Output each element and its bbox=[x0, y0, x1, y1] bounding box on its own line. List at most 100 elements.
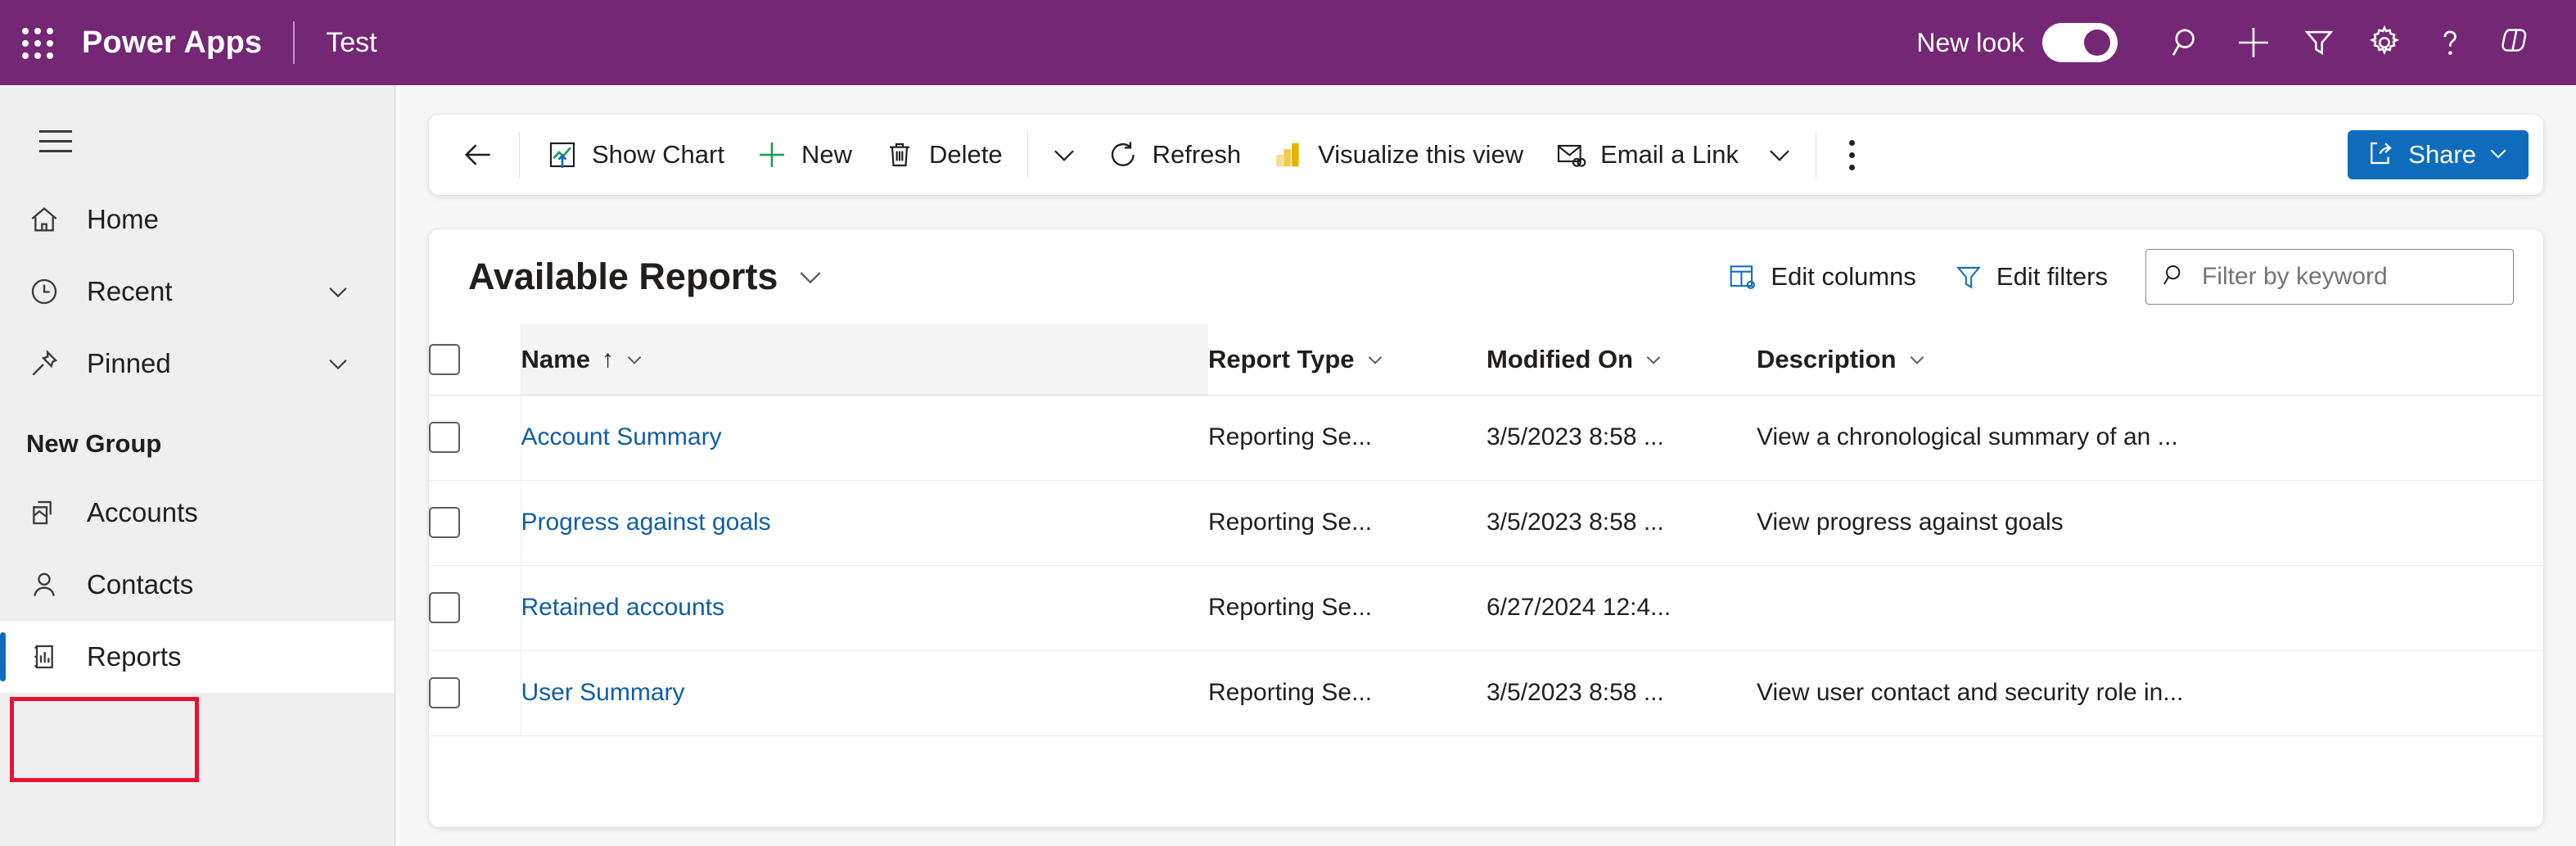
chevron-down-icon[interactable] bbox=[324, 350, 352, 378]
chevron-down-icon[interactable] bbox=[1906, 349, 1928, 370]
chevron-down-icon[interactable] bbox=[1643, 349, 1664, 370]
column-label: Name bbox=[521, 345, 590, 374]
chevron-down-icon[interactable] bbox=[794, 260, 827, 293]
email-a-link-button[interactable]: Email a Link bbox=[1538, 124, 1753, 186]
share-icon bbox=[2366, 138, 2397, 173]
cell-description: View user contact and security role in..… bbox=[1757, 650, 2543, 735]
sidebar-item-pinned[interactable]: Pinned bbox=[0, 328, 395, 400]
show-chart-button[interactable]: Show Chart bbox=[530, 124, 739, 186]
cell-name: Retained accounts bbox=[521, 565, 1208, 650]
row-checkbox[interactable] bbox=[429, 422, 460, 453]
app-launcher-icon[interactable] bbox=[15, 20, 59, 65]
cell-name: Account Summary bbox=[521, 395, 1208, 480]
row-checkbox[interactable] bbox=[429, 592, 460, 623]
more-vertical-icon[interactable] bbox=[1826, 124, 1879, 186]
share-label: Share bbox=[2408, 140, 2476, 170]
column-header-modified-on[interactable]: Modified On bbox=[1487, 324, 1757, 395]
cell-report-type: Reporting Se... bbox=[1208, 650, 1487, 735]
row-checkbox[interactable] bbox=[429, 507, 460, 538]
share-button[interactable]: Share bbox=[2348, 130, 2529, 179]
delete-button[interactable]: Delete bbox=[867, 124, 1017, 186]
table-row[interactable]: Retained accounts Reporting Se... 6/27/2… bbox=[429, 565, 2543, 650]
new-button[interactable]: New bbox=[739, 124, 867, 186]
top-brand-bar: Power Apps Test New look bbox=[0, 0, 2576, 85]
help-icon[interactable] bbox=[2417, 10, 2483, 75]
hamburger-icon[interactable] bbox=[18, 103, 93, 179]
sidebar-item-label: Pinned bbox=[87, 348, 171, 379]
sidebar-item-label: Accounts bbox=[87, 497, 198, 528]
sidebar-item-label: Reports bbox=[87, 641, 182, 672]
chevron-down-icon[interactable] bbox=[1365, 349, 1386, 370]
command-divider bbox=[519, 132, 520, 178]
view-selector-title[interactable]: Available Reports bbox=[468, 256, 778, 298]
filter-keyword-box[interactable] bbox=[2145, 249, 2514, 305]
cell-description: View progress against goals bbox=[1757, 480, 2543, 565]
table-row[interactable]: Account Summary Reporting Se... 3/5/2023… bbox=[429, 395, 2543, 480]
table-header: Name ↑ Report Type bbox=[429, 324, 2543, 395]
cell-modified-on: 3/5/2023 8:58 ... bbox=[1487, 480, 1757, 565]
new-look-toggle[interactable] bbox=[2042, 23, 2118, 62]
command-label: Email a Link bbox=[1600, 140, 1739, 170]
column-header-report-type[interactable]: Report Type bbox=[1208, 324, 1487, 395]
table-header-row: Name ↑ Report Type bbox=[429, 324, 2543, 395]
row-checkbox[interactable] bbox=[429, 677, 460, 708]
column-label: Description bbox=[1757, 345, 1897, 374]
report-link[interactable]: Progress against goals bbox=[521, 509, 771, 536]
edit-filters-button[interactable]: Edit filters bbox=[1938, 251, 2123, 303]
search-input[interactable] bbox=[2202, 263, 2498, 291]
trash-icon bbox=[882, 137, 918, 173]
app-name: Test bbox=[326, 27, 377, 59]
chevron-down-icon[interactable] bbox=[324, 278, 352, 305]
show-chart-icon bbox=[544, 137, 580, 173]
sidebar-item-recent[interactable]: Recent bbox=[0, 256, 395, 328]
cell-report-type: Reporting Se... bbox=[1208, 395, 1487, 480]
gear-icon[interactable] bbox=[2352, 10, 2417, 75]
search-icon[interactable] bbox=[2155, 10, 2221, 75]
reports-table: Name ↑ Report Type bbox=[429, 324, 2543, 736]
cell-description bbox=[1757, 565, 2543, 650]
chevron-down-icon[interactable] bbox=[624, 349, 645, 370]
row-select-cell bbox=[429, 480, 521, 565]
column-header-description[interactable]: Description bbox=[1757, 324, 2543, 395]
row-select-cell bbox=[429, 650, 521, 735]
command-label: Visualize this view bbox=[1318, 140, 1523, 170]
edit-columns-button[interactable]: Edit columns bbox=[1712, 251, 1930, 303]
visualize-this-view-button[interactable]: Visualize this view bbox=[1256, 124, 1538, 186]
select-all-header bbox=[429, 324, 521, 395]
command-divider bbox=[1027, 132, 1028, 178]
sidebar-item-reports[interactable]: Reports bbox=[0, 621, 395, 693]
table-row[interactable]: User Summary Reporting Se... 3/5/2023 8:… bbox=[429, 650, 2543, 735]
sidebar-item-home[interactable]: Home bbox=[0, 183, 395, 256]
cell-report-type: Reporting Se... bbox=[1208, 480, 1487, 565]
list-header-actions: Edit columns Edit filters bbox=[1705, 249, 2514, 305]
back-arrow-icon[interactable] bbox=[447, 124, 509, 186]
chevron-down-icon[interactable] bbox=[1038, 124, 1090, 186]
filter-icon[interactable] bbox=[2286, 10, 2352, 75]
email-link-icon bbox=[1553, 137, 1589, 173]
sidebar-item-accounts[interactable]: Accounts bbox=[0, 477, 395, 549]
chevron-down-icon[interactable] bbox=[2486, 141, 2511, 170]
edit-filters-icon bbox=[1952, 260, 1985, 293]
report-link[interactable]: User Summary bbox=[521, 679, 685, 706]
refresh-button[interactable]: Refresh bbox=[1090, 124, 1256, 186]
home-icon bbox=[20, 195, 69, 244]
column-label: Modified On bbox=[1487, 345, 1633, 374]
sidebar-item-label: Home bbox=[87, 204, 159, 235]
edit-filters-label: Edit filters bbox=[1996, 262, 2108, 292]
edit-columns-icon bbox=[1726, 260, 1759, 293]
chevron-down-icon-overflow[interactable] bbox=[1753, 124, 1806, 186]
contact-icon bbox=[20, 560, 69, 609]
table-body: Account Summary Reporting Se... 3/5/2023… bbox=[429, 395, 2543, 735]
report-link[interactable]: Account Summary bbox=[521, 423, 722, 450]
column-header-name[interactable]: Name ↑ bbox=[521, 324, 1208, 395]
sidebar-item-label: Recent bbox=[87, 276, 173, 307]
select-all-checkbox[interactable] bbox=[429, 344, 460, 375]
header-actions: New look bbox=[1916, 0, 2576, 85]
refresh-icon bbox=[1105, 137, 1141, 173]
table-row[interactable]: Progress against goals Reporting Se... 3… bbox=[429, 480, 2543, 565]
copilot-icon[interactable] bbox=[2483, 10, 2548, 75]
report-link[interactable]: Retained accounts bbox=[521, 594, 725, 621]
plus-icon[interactable] bbox=[2221, 10, 2286, 75]
column-label: Report Type bbox=[1208, 345, 1355, 374]
sidebar-item-contacts[interactable]: Contacts bbox=[0, 549, 395, 621]
